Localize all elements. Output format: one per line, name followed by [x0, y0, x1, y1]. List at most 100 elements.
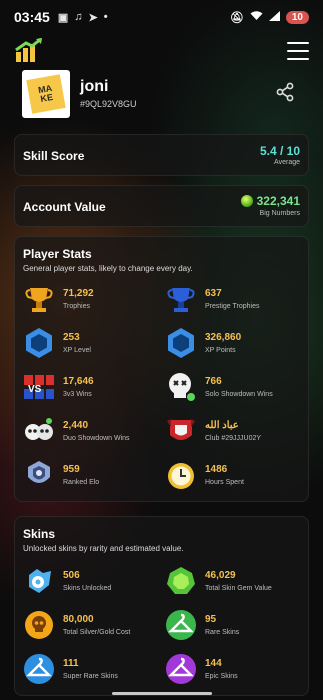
xp-level-icon	[26, 328, 52, 358]
skins-icon	[29, 569, 51, 593]
skin-value: 506	[63, 570, 80, 581]
skull-icon	[169, 373, 195, 401]
stat-value: 326,860	[205, 332, 242, 343]
account-value-label: Account Value	[23, 200, 106, 214]
mute-icon: 🔕︎	[229, 11, 244, 24]
stat-label: Hours Spent	[205, 479, 244, 486]
stat-item: 71,292 Trophies	[23, 283, 163, 317]
gesture-nav-bar[interactable]	[112, 692, 212, 695]
stat-item: 1486 Hours Spent	[165, 459, 305, 493]
stat-item: 959 Ranked Elo	[23, 459, 163, 493]
account-value-sub: Big Numbers	[259, 210, 300, 217]
duo-skull-icon	[25, 418, 53, 440]
skin-value: 144	[205, 658, 222, 669]
stat-label: XP Level	[63, 347, 91, 354]
skin-item: 46,029 Total Skin Gem Value	[165, 565, 305, 599]
skin-value: 111	[63, 658, 79, 669]
skill-score-rating: Average	[274, 159, 300, 166]
stat-value: 1486	[205, 464, 228, 475]
skins-title: Skins	[23, 527, 56, 541]
stat-value: 2,440	[63, 420, 89, 431]
clock-icon	[168, 463, 194, 489]
skin-value: 80,000	[63, 614, 94, 625]
rare-hanger-icon	[166, 610, 196, 640]
gem-icon	[167, 567, 195, 594]
super-rare-hanger-icon	[24, 654, 54, 684]
stat-value: 71,292	[63, 288, 94, 299]
status-time: 03:45	[14, 9, 50, 25]
stat-value: عباد الله	[205, 420, 239, 431]
notification-icon: ▣	[57, 11, 69, 24]
stat-item: 326,860 XP Points	[165, 327, 305, 361]
stat-value: 253	[63, 332, 80, 343]
skins-description: Unlocked skins by rarity and estimated v…	[23, 544, 184, 553]
skin-item: 80,000 Total Silver/Gold Cost	[23, 609, 163, 643]
skill-score-value: 5.4 / 10	[259, 144, 300, 158]
skin-label: Rare Skins	[205, 629, 240, 636]
account-value-card: Account Value 322,341 Big Numbers	[14, 185, 309, 227]
avatar-image: MA KE	[26, 74, 66, 114]
stat-label: Ranked Elo	[63, 479, 100, 486]
stat-value: 17,646	[63, 376, 94, 387]
stat-label: Prestige Trophies	[205, 303, 260, 310]
music-icon: ♫	[74, 11, 83, 23]
skin-item: 506 Skins Unlocked	[23, 565, 163, 599]
club-badge-icon	[167, 419, 195, 440]
skin-value: 95	[205, 614, 217, 625]
stat-label: Trophies	[63, 303, 90, 310]
hamburger-menu-icon[interactable]	[287, 42, 309, 60]
stat-label: Club #29JJJU02Y	[205, 435, 262, 442]
profile-card: MA KE joni #9QL92V8GU	[14, 68, 309, 132]
skin-label: Total Skin Gem Value	[205, 585, 272, 592]
skin-item: 144 Epic Skins	[165, 653, 305, 687]
skill-score-label: Skill Score	[23, 149, 85, 163]
stat-label: Solo Showdown Wins	[205, 391, 273, 398]
dot-icon: •	[103, 11, 108, 23]
skins-card: Skins Unlocked skins by rarity and estim…	[14, 516, 309, 696]
bar-chart-logo-icon[interactable]	[14, 38, 44, 64]
stat-label: XP Points	[205, 347, 236, 354]
skin-label: Skins Unlocked	[63, 585, 112, 592]
trophy-icon	[25, 288, 53, 312]
gem-icon	[240, 195, 253, 207]
avatar: MA KE	[22, 70, 70, 118]
skin-item: 95 Rare Skins	[165, 609, 305, 643]
epic-hanger-icon	[166, 654, 196, 684]
svg-text:VS: VS	[28, 384, 42, 395]
stat-label: Duo Showdown Wins	[63, 435, 130, 442]
stat-item: 2,440 Duo Showdown Wins	[23, 415, 163, 449]
app-header	[0, 34, 323, 68]
status-bar: 03:45 ▣ ♫ ➤ • 🔕︎ 10	[0, 0, 323, 34]
skill-score-card: Skill Score 5.4 / 10 Average	[14, 134, 309, 176]
player-stats-description: General player stats, likely to change e…	[23, 264, 193, 273]
wifi-icon	[250, 10, 263, 24]
stat-item: 637 Prestige Trophies	[165, 283, 305, 317]
coin-skull-icon	[25, 611, 53, 639]
player-name: joni	[80, 78, 109, 95]
ranked-icon	[28, 461, 50, 483]
skin-value: 46,029	[205, 570, 236, 581]
stat-label: 3v3 Wins	[63, 391, 92, 398]
stat-value: 959	[63, 464, 80, 475]
skin-label: Epic Skins	[205, 673, 238, 680]
skin-item: 111 Super Rare Skins	[23, 653, 163, 687]
stat-item: 253 XP Level	[23, 327, 163, 361]
share-icon[interactable]	[275, 82, 295, 102]
stat-item: VS 17,646 3v3 Wins	[23, 371, 163, 405]
skin-label: Super Rare Skins	[63, 673, 118, 680]
player-stats-title: Player Stats	[23, 247, 92, 261]
skin-label: Total Silver/Gold Cost	[63, 629, 131, 636]
telegram-icon: ➤	[88, 11, 98, 24]
prestige-trophy-icon	[167, 288, 195, 312]
account-value-number: 322,341	[256, 194, 300, 208]
stat-value: 766	[205, 376, 222, 387]
xp-points-icon	[168, 328, 194, 358]
stat-value: 637	[205, 288, 222, 299]
stat-item: عباد الله Club #29JJJU02Y	[165, 415, 305, 449]
account-value: 322,341	[240, 194, 300, 208]
vs-icon: VS	[24, 375, 54, 399]
player-stats-card: Player Stats General player stats, likel…	[14, 236, 309, 502]
signal-icon	[268, 10, 280, 24]
battery-badge: 10	[285, 10, 309, 24]
player-tag: #9QL92V8GU	[80, 99, 137, 109]
